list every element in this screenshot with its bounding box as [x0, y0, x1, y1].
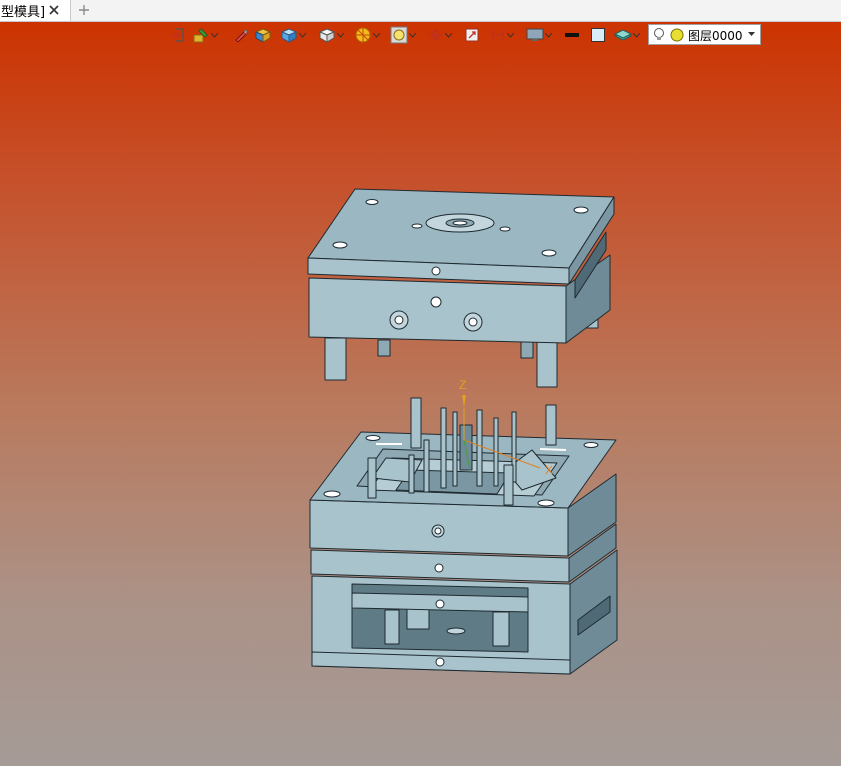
- guide-pin: [545, 404, 557, 446]
- mold-model[interactable]: Z X: [0, 0, 841, 766]
- upper-mold-half: [307, 188, 615, 388]
- upper-plate-front: [308, 277, 567, 344]
- x-axis-label: X: [545, 463, 553, 477]
- z-axis-label: Z: [459, 378, 466, 392]
- guide-post: [324, 337, 347, 381]
- guide-post: [536, 341, 558, 388]
- guide-pin: [410, 397, 422, 449]
- guide-post: [377, 339, 391, 357]
- guide-post: [520, 341, 534, 359]
